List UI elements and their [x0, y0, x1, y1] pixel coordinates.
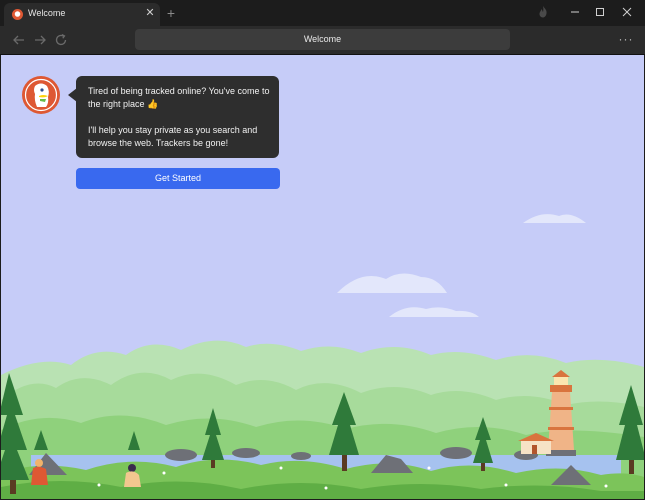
tab-title: Welcome [28, 8, 66, 18]
back-arrow-icon[interactable] [11, 32, 27, 48]
new-tab-icon[interactable]: + [163, 4, 179, 22]
tab-close-icon[interactable]: ✕ [144, 6, 156, 20]
onboarding-speech-bubble: Tired of being tracked online? You've co… [76, 76, 279, 158]
onboarding-message-line-1: Tired of being tracked online? You've co… [88, 86, 270, 109]
browser-window: Welcome ✕ + Welcome ··· Tired of being t… [0, 0, 645, 500]
address-bar[interactable]: Welcome [135, 29, 510, 50]
browser-toolbar: Welcome ··· [0, 26, 645, 55]
tab-strip: Welcome ✕ + [0, 0, 645, 26]
duckduckgo-logo-icon [22, 76, 60, 114]
forward-arrow-icon[interactable] [32, 32, 48, 48]
reload-icon[interactable] [53, 32, 69, 48]
tab-welcome[interactable]: Welcome ✕ [4, 3, 160, 26]
onboarding-message-line-2: I'll help you stay private as you search… [88, 125, 258, 148]
get-started-button[interactable]: Get Started [76, 168, 280, 189]
maximize-icon[interactable] [590, 4, 610, 20]
menu-dots-icon[interactable]: ··· [617, 32, 635, 46]
welcome-page: Tired of being tracked online? You've co… [1, 55, 644, 499]
fire-icon[interactable] [533, 4, 553, 20]
duckduckgo-favicon-icon [12, 9, 23, 20]
minimize-icon[interactable] [565, 4, 585, 20]
close-icon[interactable] [617, 4, 637, 20]
